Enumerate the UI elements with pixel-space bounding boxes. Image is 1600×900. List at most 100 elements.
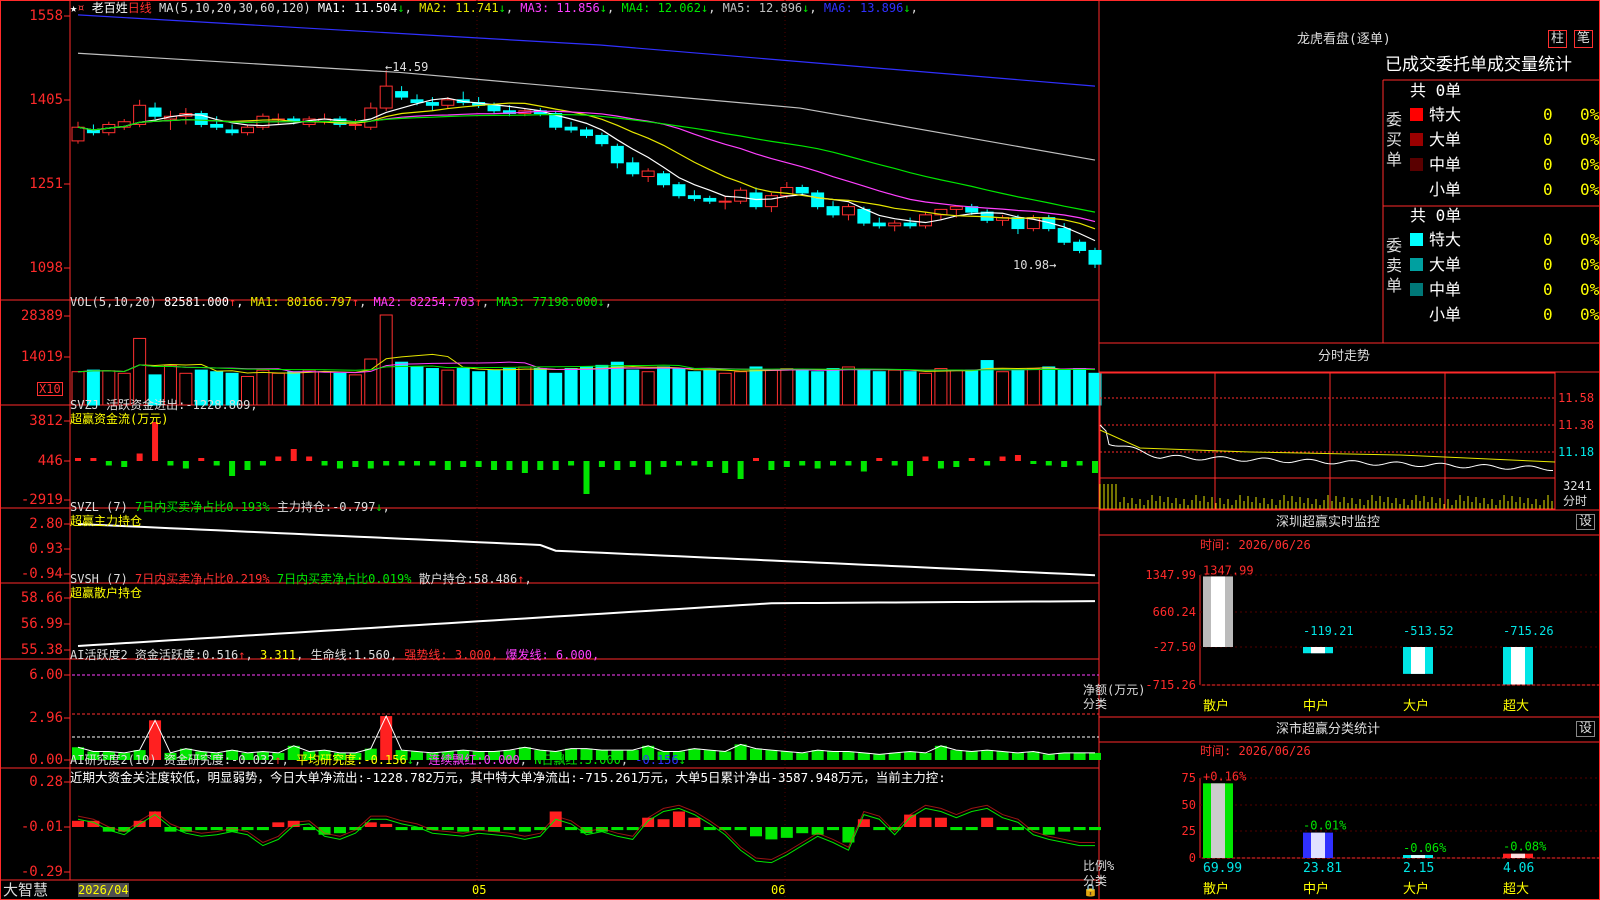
research-bar [965,827,978,831]
research-bar [626,827,639,831]
volume-bar [318,371,332,406]
stats-tick-1: 50 [1182,798,1196,812]
flow-bar [290,449,297,461]
vol-ma2-value: 82254.703 [409,295,475,309]
ma1-label: MA1: [317,1,355,15]
candle-body [903,222,917,227]
flow-bar [198,458,205,461]
research-bar [1089,827,1101,831]
active-tick-2: 0.00 [29,752,63,768]
volume-bar [1073,368,1087,406]
stats-bar-1 [1303,832,1333,858]
intraday-frame [1099,372,1556,510]
flow-bar [660,461,667,467]
stats-title: 深市超赢分类统计 [1276,722,1381,737]
monitor-xlabel: 分类 [1083,697,1108,711]
candle-body [718,200,732,203]
monitor-category-0: 散户 [1203,698,1229,714]
tab-tick[interactable]: 笔 [1574,30,1594,48]
row-pct: 0% [1580,180,1600,199]
high-mark: ←14.59 [385,60,429,74]
sep: , [505,1,514,15]
volume-bar [472,371,486,406]
buy-side-label: 委买单 [1386,110,1403,169]
active-bar [703,750,716,760]
sell-side-label: 委卖单 [1386,236,1403,295]
volume-bar [641,371,655,406]
monitor-category-3: 超大 [1503,699,1529,714]
ma1-value: 11.504 [354,1,398,15]
monitor-tick-1: 660.24 [1153,605,1196,619]
volume-bars [71,314,1102,406]
flow-bar [552,461,559,470]
candle-body [687,195,701,199]
svsh-tick-0: 58.66 [21,590,63,606]
stats-top-label-1: -0.01% [1303,819,1347,833]
row-value: 0 [1543,180,1553,199]
research-bar [996,827,1009,831]
candle-body [826,206,840,216]
flow-bar [799,461,806,466]
brand-logo[interactable]: 大智慧 [3,881,48,899]
monitor-value-label-3: -715.26 [1503,624,1554,638]
svzj-label: SVZJ [70,398,99,412]
volume-bar [687,371,701,406]
svzj-bars [75,422,1098,494]
volume-bar [348,374,362,406]
research-bar [950,827,963,831]
row-value: 0 [1543,155,1553,174]
research-bar [1073,827,1086,831]
volume-bar [703,369,717,406]
tab-bar[interactable]: 柱 [1548,30,1568,48]
volume-bar [410,366,424,406]
stats-bar-shine [1511,853,1525,858]
stats-xlabel: 分类 [1083,874,1108,888]
research-bar [241,827,254,831]
research-bar [765,827,778,840]
stats-ylabel: 比例% [1083,859,1115,873]
research-bar [672,811,685,827]
intraday-price-line [1099,424,1554,471]
vol-value: 82581.000 [163,295,229,309]
active-bar [780,751,793,760]
stats-bar-0 [1203,783,1233,858]
candle-body [857,208,871,224]
vol-tick-0: 28389 [21,308,63,324]
ai-comment: 近期大资金关注度较低，明显弱势，今日大单净流出:-1228.782万元，其中特大… [70,771,946,785]
flow-bar [182,461,189,469]
row-name: 中单 [1429,155,1462,174]
ma3-arrow: ↓ [599,1,608,15]
vol-ma3-arrow: ↓ [597,295,605,309]
vol-unit[interactable]: X10 [37,382,63,396]
ma5-line [77,52,1096,161]
svsh-ratio-red: 7日内买卖净占比0.219% [135,572,270,586]
volume-bar [795,369,809,406]
candle-body [71,126,85,142]
flow-bar [583,461,590,494]
stats-bar-shine [1311,832,1325,858]
active-bar [796,752,809,760]
period-label[interactable]: 日线 [128,1,152,15]
buyRows-row: 特大 0 0% [1410,106,1599,124]
volume-bar [1011,369,1025,406]
flow-bar [722,461,729,473]
volume-bar [749,366,763,406]
research-bars [72,804,1101,864]
stats-settings-button[interactable]: 设 [1576,721,1596,737]
monitor-time: 时间: 2026/06/26 [1200,538,1311,552]
stats-category-2: 大户 [1403,881,1429,897]
row-name: 中单 [1429,280,1462,299]
monitor-settings-button[interactable]: 设 [1576,514,1596,530]
flow-bar [675,461,682,466]
research-bar [934,817,947,827]
flow-bar [706,461,713,467]
flow-bar [537,461,544,470]
row-pct: 0% [1580,230,1600,249]
candle-body [1057,228,1071,243]
ma5-label: MA5: [715,1,759,15]
svzl-line [77,523,1096,577]
legend-swatch [1410,283,1423,296]
price-header: ★¤ 老百姓日线 MA(5,10,20,30,60,120) MA1: 11.5… [70,1,918,15]
stats-top-label-3: -0.08% [1503,840,1547,854]
sellRows-row: 中单 0 0% [1410,280,1599,299]
